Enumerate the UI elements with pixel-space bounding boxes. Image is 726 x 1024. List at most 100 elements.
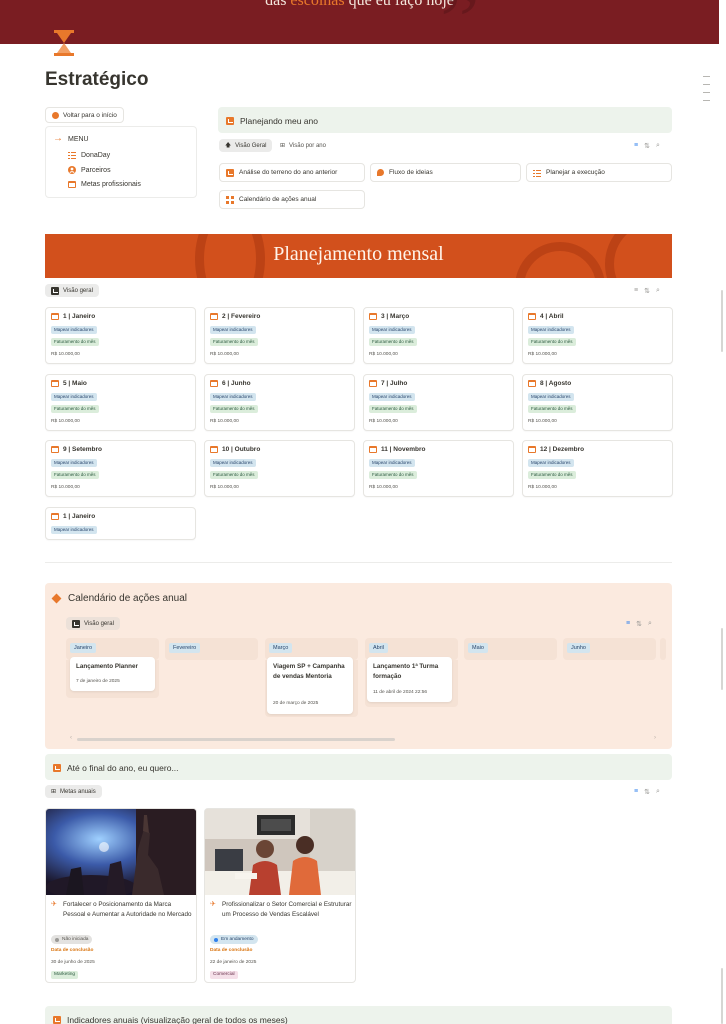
goal-tag: Comercial [210,971,238,979]
month-label: 1 | Janeiro [63,513,96,520]
menu-item-metas[interactable]: Metas profissionais [68,181,141,188]
month-card[interactable]: 3 | Março Mapear indicadores Faturamento d… [363,307,514,364]
toc-line[interactable] [703,100,710,101]
tag-revenue: Faturamento do mês [528,338,576,346]
month-revenue: R$ 10.000,00 [369,419,398,424]
search-icon[interactable]: ⌕ [656,788,660,796]
month-card[interactable]: 2 | Fevereiro Mapear indicadores Faturamen… [204,307,355,364]
month-card[interactable]: 12 | Dezembro Mapear indicadores Faturamen… [522,440,673,497]
cover-quote-rest: que eu faço hoje [344,0,454,9]
link-fluxo-ideias[interactable]: Fluxo de ideias [370,163,521,182]
board-column[interactable]: Junho [563,638,656,660]
tag-indicators: Mapear indicadores [369,459,415,467]
column-label: Fevereiro [169,643,201,653]
menu-item-parceiros[interactable]: Parceiros [68,166,111,174]
event-title: Lançamento Planner [76,663,138,670]
tag-revenue: Faturamento do mês [528,471,576,479]
horizontal-scrollbar[interactable] [77,738,395,741]
link-label: Fluxo de ideias [389,169,433,176]
link-calendario-acoes[interactable]: Calendário de ações anual [219,190,365,209]
monthly-toolbar: ≡ ⇅ ⌕ [634,287,660,295]
month-revenue: R$ 10.000,00 [51,485,80,490]
scroll-right-icon[interactable]: › [654,735,656,741]
scrollbar-thumb[interactable] [721,628,723,690]
month-revenue: R$ 10.000,00 [528,352,557,357]
filter-icon[interactable]: ≡ [634,788,638,796]
event-card[interactable]: Lançamento Planner 7 de janeiro de 2025 [70,657,155,691]
month-card[interactable]: 1 | Janeiro Mapear indicadores Faturamento… [45,307,196,364]
goals-title: Até o final do ano, eu quero... [67,763,179,773]
scrollbar-thumb[interactable] [721,968,723,1024]
link-analise-terreno[interactable]: Análise do terreno do ano anterior [219,163,365,182]
search-icon[interactable]: ⌕ [648,620,652,628]
board-column[interactable]: Maio [464,638,557,660]
hourglass-icon[interactable] [52,29,76,57]
month-card[interactable]: 11 | Novembro Mapear indicadores Faturamen… [363,440,514,497]
scrollbar-thumb[interactable] [721,290,723,352]
month-card[interactable]: 1 | Janeiro Mapear indicadores [45,507,196,540]
menu-item-label: DonaDay [81,151,111,159]
tab-label: Visão Geral [235,142,267,149]
month-card-title: 8 | Agosto [528,380,571,387]
board-column[interactable]: Fevereiro [165,638,258,660]
status-dot [214,937,218,942]
image-icon [226,117,234,125]
month-revenue: R$ 10.000,00 [51,352,80,357]
month-card[interactable]: 5 | Maio Mapear indicadores Faturamento do… [45,374,196,431]
image-icon [53,1016,61,1024]
filter-icon[interactable]: ≡ [634,142,638,150]
event-card[interactable]: Lançamento 1ª Turma formação 11 de abril … [367,657,452,702]
scroll-left-icon[interactable]: ‹ [70,735,72,741]
calendar-icon [528,380,536,387]
toc-line[interactable] [703,92,710,93]
menu-item-donaday[interactable]: DonaDay [68,151,110,159]
indicators-title: Indicadores anuais (visualização geral d… [67,1015,288,1024]
filter-icon[interactable]: ≡ [626,620,630,628]
goal-card[interactable]: ✈ Fortalecer o Posicionamento da Marca P… [45,808,197,983]
sort-icon[interactable]: ⇅ [636,620,642,628]
link-planejar-execucao[interactable]: Planejar a execução [526,163,672,182]
table-icon: ⊞ [280,143,286,149]
search-icon[interactable]: ⌕ [656,142,660,150]
month-card-title: 7 | Julho [369,380,407,387]
month-card[interactable]: 8 | Agosto Mapear indicadores Faturamento … [522,374,673,431]
month-card[interactable]: 9 | Setembro Mapear indicadores Faturament… [45,440,196,497]
tab-metas-anuais[interactable]: ⊞ Metas anuais [45,785,102,798]
monthly-banner: Planejamento mensal [45,234,672,278]
month-label: 6 | Junho [222,380,251,387]
month-card[interactable]: 7 | Julho Mapear indicadores Faturamento d… [363,374,514,431]
goal-card[interactable]: ✈ Profissionalizar o Setor Comercial e E… [204,808,356,983]
tag-revenue: Faturamento do mês [51,405,99,413]
search-icon[interactable]: ⌕ [656,287,660,295]
month-label: 12 | Dezembro [540,446,585,453]
tag-revenue: Faturamento do mês [528,405,576,413]
arrow-right-icon: → [53,133,63,144]
month-card-title: 11 | Novembro [369,446,425,453]
back-home-button[interactable]: Voltar para o início [45,107,124,123]
month-label: 8 | Agosto [540,380,572,387]
tag-indicators: Mapear indicadores [210,326,256,334]
sort-icon[interactable]: ⇅ [644,142,650,150]
goal-date: 30 de junho de 2025 [51,960,95,965]
tab-visao-geral-monthly[interactable]: Visão geral [45,284,99,297]
toc-line[interactable] [703,84,710,85]
tag-indicators: Mapear indicadores [210,459,256,467]
month-revenue: R$ 10.000,00 [210,352,239,357]
goal-title: Profissionalizar o Setor Comercial e Est… [222,901,352,918]
tab-visao-geral-calendar[interactable]: Visão geral [66,617,120,630]
sort-icon[interactable]: ⇅ [644,788,650,796]
toc-line[interactable] [703,76,710,77]
sort-icon[interactable]: ⇅ [644,287,650,295]
filter-icon[interactable]: ≡ [634,287,638,295]
month-label: 10 | Outubro [222,446,261,453]
event-card[interactable]: Viagem SP + Campanha de vendas Mentoria 2… [267,657,353,714]
monthly-banner-title: Planejamento mensal [273,243,444,265]
month-card[interactable]: 6 | Junho Mapear indicadores Faturamento d… [204,374,355,431]
tab-visao-geral[interactable]: 🡅 Visão Geral [219,139,273,152]
tag-indicators: Mapear indicadores [51,393,97,401]
month-card[interactable]: 4 | Abril Mapear indicadores Faturamento d… [522,307,673,364]
month-card[interactable]: 10 | Outubro Mapear indicadores Faturament… [204,440,355,497]
tab-visao-por-ano[interactable]: ⊞ Visão por ano [274,139,332,152]
arrow-up-icon: 🡅 [225,142,232,149]
tag-revenue: Faturamento do mês [369,471,417,479]
